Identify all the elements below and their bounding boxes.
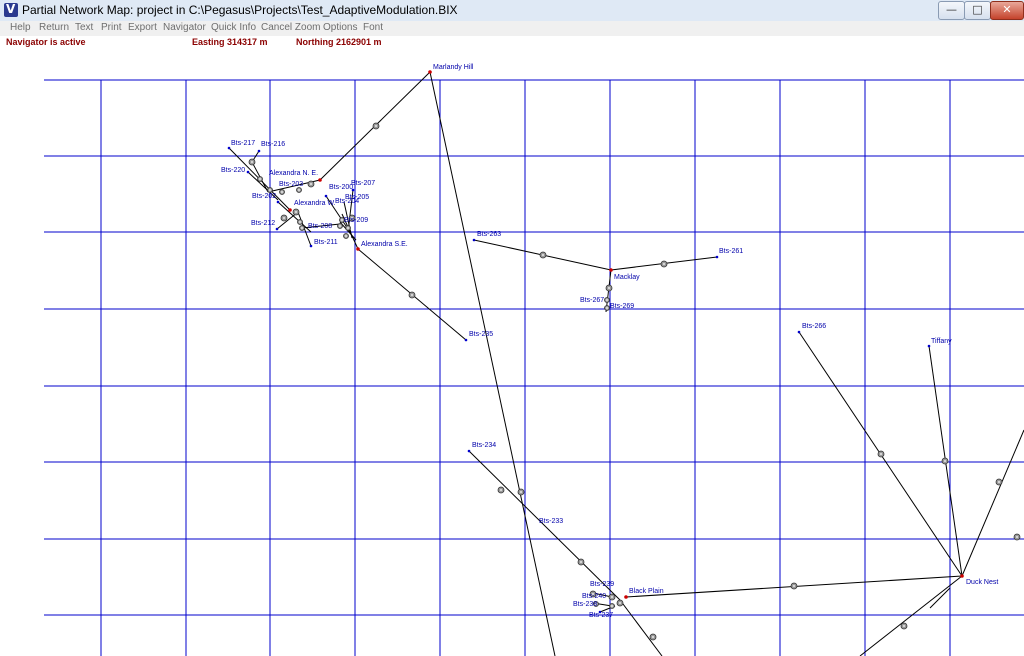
label-alexandra-w: Alexandra W. <box>294 200 336 207</box>
site-markers <box>288 70 964 599</box>
label-bts-209: Bts-209 <box>344 217 368 224</box>
label-bts-200: Bts-200 <box>329 184 353 191</box>
label-bts-233: Bts-233 <box>539 518 563 525</box>
label-bts-212: Bts-212 <box>251 220 275 227</box>
label-black-plain: Black Plain <box>629 588 664 595</box>
label-bts-266: Bts-266 <box>802 323 826 330</box>
links <box>228 71 1024 656</box>
label-bts-202: Bts-202 <box>252 193 276 200</box>
map-grid <box>44 79 1024 656</box>
network-map[interactable]: Marlandy Hill Alexandra N. E. Alexandra … <box>0 0 1024 656</box>
label-bts-208: Bts-208 <box>308 223 332 230</box>
label-bts-269: Bts-269 <box>610 303 634 310</box>
label-bts-267: Bts-267 <box>580 297 604 304</box>
label-bts-235: Bts-235 <box>469 331 493 338</box>
label-alexandra-ne: Alexandra N. E. <box>269 170 318 177</box>
label-marlandy-hill: Marlandy Hill <box>433 64 474 71</box>
label-bts-207: Bts-207 <box>351 180 375 187</box>
label-bts-239: Bts-239 <box>590 581 614 588</box>
label-bts-205: Bts-205 <box>345 194 369 201</box>
label-bts-234: Bts-234 <box>472 442 496 449</box>
label-bts-237: Bts-237 <box>589 612 613 619</box>
label-bts-217: Bts-217 <box>231 140 255 147</box>
label-duck-nest: Duck Nest <box>966 579 998 586</box>
label-bts-263: Bts-263 <box>477 231 501 238</box>
label-macklay: Macklay <box>614 274 640 281</box>
label-bts-261: Bts-261 <box>719 248 743 255</box>
station-markers <box>227 146 931 614</box>
label-bts-216: Bts-216 <box>261 141 285 148</box>
label-bts-238: Bts-238 <box>573 601 597 608</box>
label-alexandra-se: Alexandra S.E. <box>361 241 408 248</box>
site-labels: Marlandy Hill Alexandra N. E. Alexandra … <box>269 64 998 595</box>
label-bts-211: Bts-211 <box>314 239 338 246</box>
station-labels: Bts-217 Bts-216 Bts-220 Bts-203 Bts-202 … <box>221 140 826 619</box>
label-bts-220: Bts-220 <box>221 167 245 174</box>
label-bts-240: Bts-240 <box>582 593 606 600</box>
label-bts-203: Bts-203 <box>279 181 303 188</box>
label-tiffany: Tiffany <box>931 338 952 345</box>
